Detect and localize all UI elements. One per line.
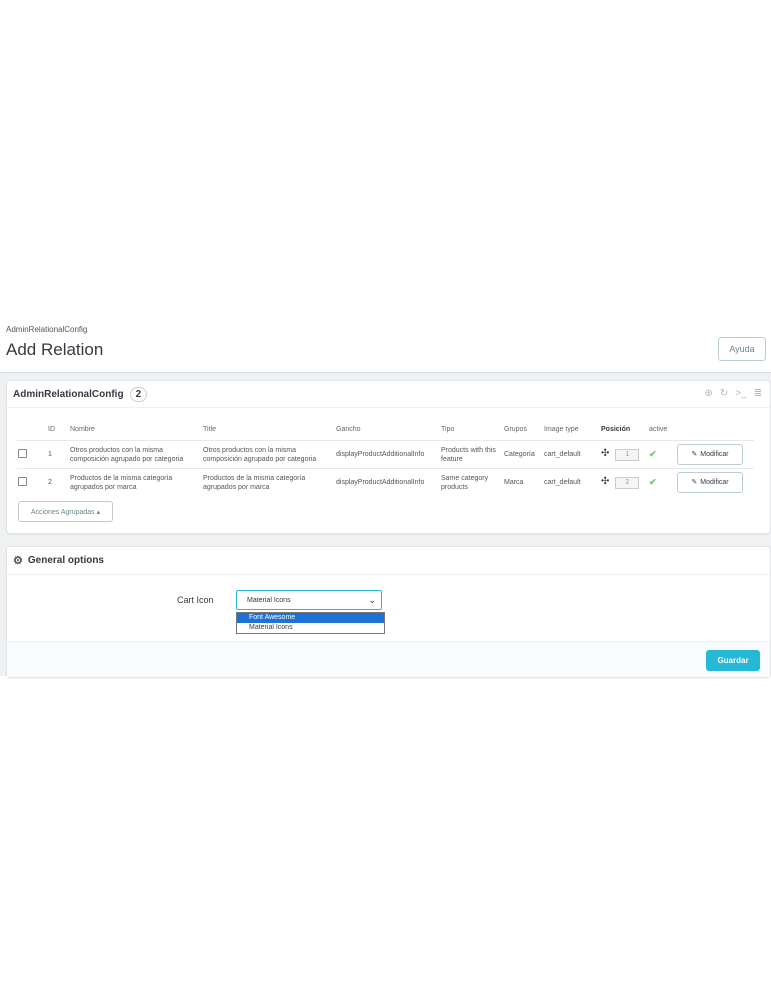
row-gancho: displayProductAdditionalInfo — [335, 440, 440, 469]
admin-area: AdminRelationalConfig Add Relation Ayuda… — [0, 318, 771, 678]
options-panel-heading: ⚙ General options — [7, 547, 770, 575]
count-badge: 2 — [129, 386, 148, 402]
table-row: 1 Otros productos con la misma composici… — [17, 440, 754, 469]
cart-icon-select[interactable]: Material Icons ⌄ — [236, 590, 382, 610]
row-nombre: Otros productos con la misma composición… — [69, 440, 202, 469]
relations-table: ID Nombre Title Gancho Tipo Grupos Image… — [17, 419, 754, 496]
option-material-icons[interactable]: Material Icons — [237, 623, 384, 633]
active-check-icon[interactable]: ✔ — [649, 449, 657, 459]
list-toolbar: ⊕ ↻ >_ ≣ — [704, 388, 762, 399]
header-nombre[interactable]: Nombre — [69, 419, 202, 441]
row-image-type: cart_default — [543, 468, 600, 496]
header-select — [17, 419, 47, 441]
list-panel-heading: AdminRelationalConfig 2 — [7, 381, 770, 408]
refresh-icon[interactable]: ↻ — [720, 388, 728, 399]
add-icon[interactable]: ⊕ — [704, 388, 712, 399]
database-icon[interactable]: ≣ — [754, 388, 762, 399]
cart-icon-dropdown: Font Awesome Material Icons — [236, 612, 385, 634]
select-value: Material Icons — [247, 596, 291, 604]
list-panel-title: AdminRelationalConfig — [13, 388, 124, 400]
row-title: Productos de la misma categoría agrupado… — [202, 468, 335, 496]
row-nombre: Productos de la misma categoría agrupado… — [69, 468, 202, 496]
header-title[interactable]: Title — [202, 419, 335, 441]
row-tipo: Same category products — [440, 468, 503, 496]
sql-icon[interactable]: >_ — [735, 388, 746, 399]
help-button[interactable]: Ayuda — [718, 337, 766, 361]
header-image-type[interactable]: Image type — [543, 419, 600, 441]
cogs-icon: ⚙ — [13, 555, 23, 567]
header-id[interactable]: ID — [47, 419, 69, 441]
cart-icon-label: Cart Icon — [177, 595, 214, 605]
row-gancho: displayProductAdditionalInfo — [335, 468, 440, 496]
modify-label: Modificar — [700, 479, 729, 486]
header-gancho[interactable]: Gancho — [335, 419, 440, 441]
active-check-icon[interactable]: ✔ — [649, 477, 657, 487]
relations-list-panel: AdminRelationalConfig 2 ⊕ ↻ >_ ≣ ID Nomb… — [6, 380, 771, 534]
general-options-panel: ⚙ General options Cart Icon Material Ico… — [6, 546, 771, 678]
row-id: 2 — [47, 468, 69, 496]
row-grupos: Categoría — [503, 440, 543, 469]
row-position: ✣ 1 — [600, 440, 648, 469]
table-row: 2 Productos de la misma categoría agrupa… — [17, 468, 754, 496]
header-posicion[interactable]: Posición — [600, 419, 648, 441]
pencil-icon: ✎ — [691, 451, 698, 458]
row-title: Otros productos con la misma composición… — [202, 440, 335, 469]
modify-label: Modificar — [700, 451, 729, 458]
row-grupos: Marca — [503, 468, 543, 496]
options-panel-title: General options — [27, 555, 104, 566]
position-value: 1 — [615, 448, 640, 461]
header-tipo[interactable]: Tipo — [440, 419, 503, 441]
breadcrumb[interactable]: AdminRelationalConfig — [6, 325, 87, 334]
drag-move-icon[interactable]: ✣ — [601, 476, 609, 487]
row-checkbox[interactable] — [18, 476, 27, 486]
position-value: 2 — [615, 476, 640, 489]
save-button[interactable]: Guardar — [706, 650, 760, 671]
table-header-row: ID Nombre Title Gancho Tipo Grupos Image… — [17, 419, 754, 441]
chevron-down-icon: ⌄ — [368, 595, 376, 605]
row-id: 1 — [47, 440, 69, 469]
modify-button[interactable]: ✎ Modificar — [677, 444, 743, 465]
header-grupos[interactable]: Grupos — [503, 419, 543, 441]
row-image-type: cart_default — [543, 440, 600, 469]
option-font-awesome[interactable]: Font Awesome — [237, 613, 384, 623]
page-title: Add Relation — [6, 340, 104, 359]
row-checkbox[interactable] — [18, 448, 27, 458]
pencil-icon: ✎ — [691, 479, 698, 486]
row-tipo: Products with this feature — [440, 440, 503, 469]
drag-move-icon[interactable]: ✣ — [601, 448, 609, 459]
bulk-actions-button[interactable]: Acciones Agrupadas ▴ — [18, 501, 113, 522]
header-active[interactable]: active — [648, 419, 676, 441]
modify-button[interactable]: ✎ Modificar — [677, 472, 743, 493]
row-position: ✣ 2 — [600, 468, 648, 496]
header-actions — [676, 419, 754, 441]
page-header: AdminRelationalConfig Add Relation Ayuda — [0, 318, 771, 373]
options-panel-footer: Guardar — [7, 641, 770, 677]
